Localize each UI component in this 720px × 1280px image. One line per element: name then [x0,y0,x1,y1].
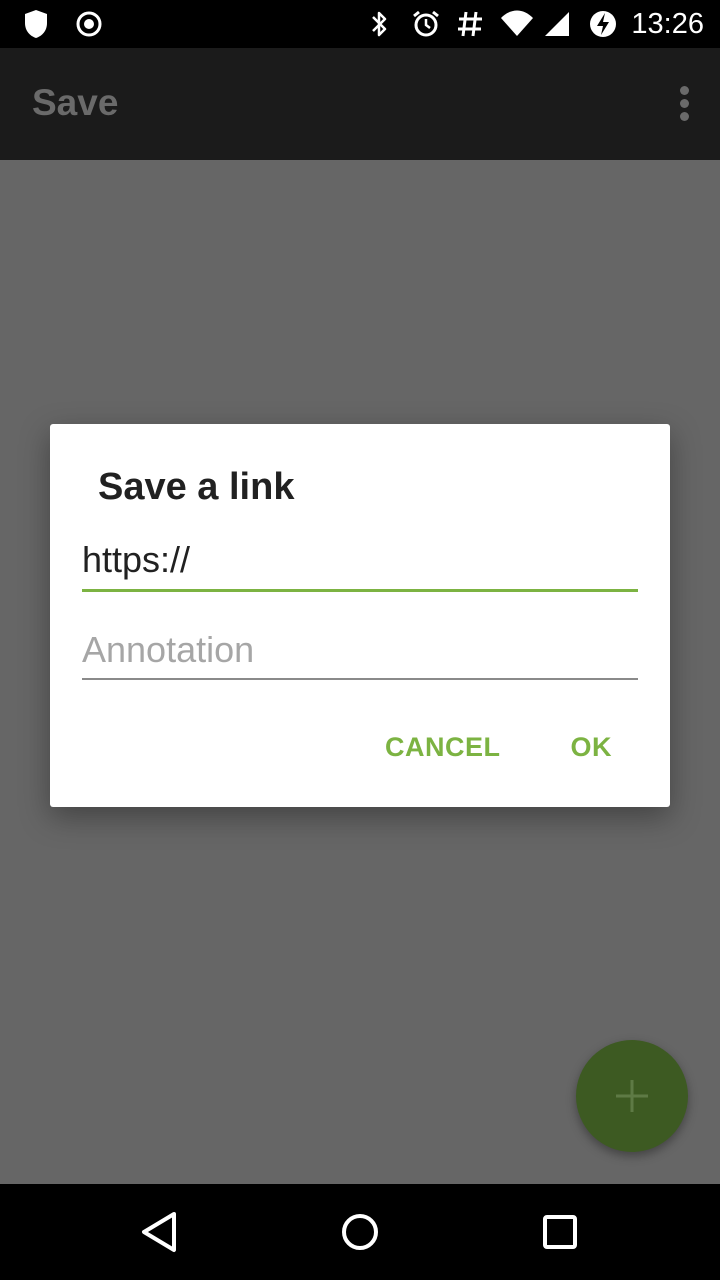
dialog-title: Save a link [98,466,295,508]
shield-icon [22,8,52,40]
save-link-dialog: Save a link CANCEL OK [50,424,670,807]
ok-button[interactable]: OK [571,732,613,763]
url-field [82,534,638,592]
annotation-input[interactable] [82,624,638,676]
bluetooth-icon [367,8,397,40]
cancel-button[interactable]: CANCEL [385,732,501,763]
back-icon[interactable] [136,1208,184,1256]
more-vert-icon[interactable] [676,86,692,126]
battery-charging-icon [587,8,617,40]
wifi-icon [499,8,534,40]
dialog-actions: CANCEL OK [385,732,612,763]
status-bar-right: 13:26 [367,6,704,42]
add-fab-button[interactable] [576,1040,688,1152]
home-icon[interactable] [336,1208,384,1256]
app-bar: Save [0,48,720,160]
annotation-field [82,624,638,680]
status-time: 13:26 [631,8,704,40]
recents-icon[interactable] [536,1208,584,1256]
status-bar-left [22,8,104,40]
record-icon [74,8,104,40]
signal-icon [543,8,573,40]
alarm-icon [411,8,441,40]
app-title: Save [32,82,119,123]
status-bar: 13:26 [0,0,720,48]
url-input[interactable] [82,534,638,586]
hash-icon [455,8,485,40]
plus-icon [616,1080,648,1112]
navigation-bar [0,1184,720,1280]
